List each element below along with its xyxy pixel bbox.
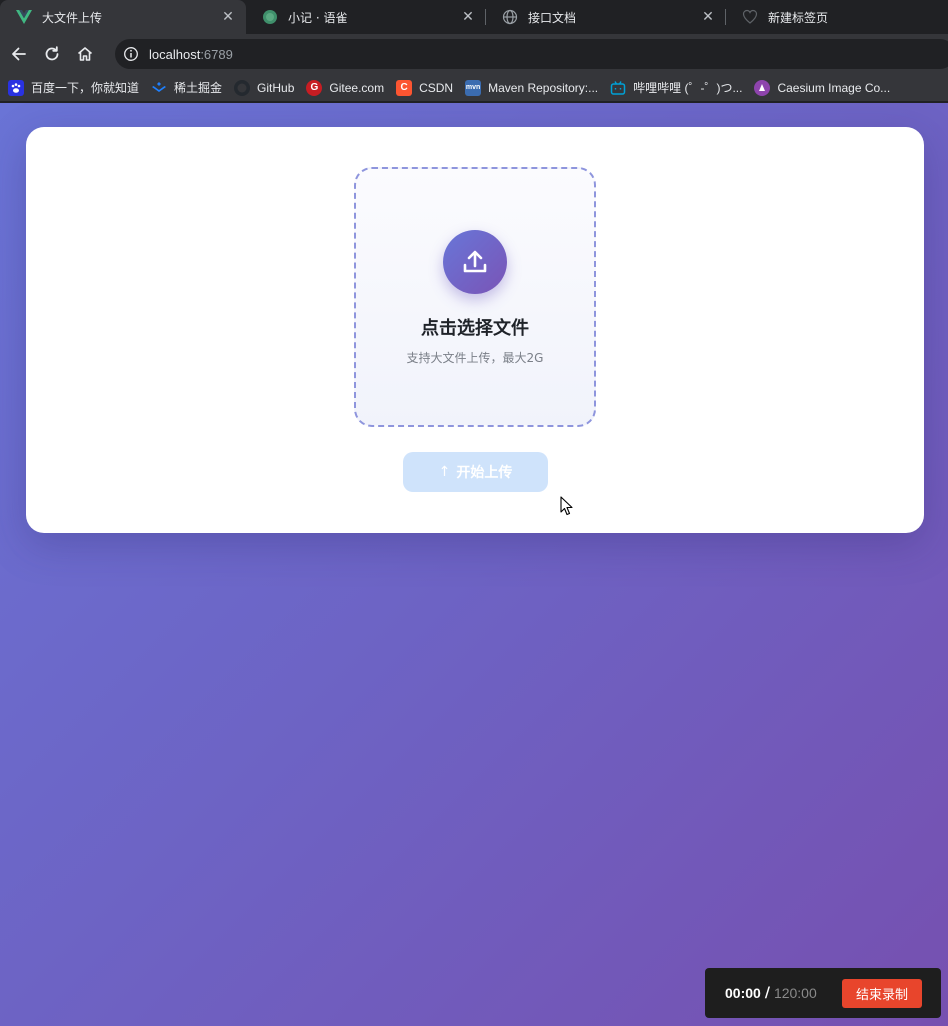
start-upload-label: 开始上传 [456, 465, 513, 481]
yuque-icon [262, 9, 278, 25]
url-text: localhost:6789 [149, 47, 233, 62]
page-viewport: 点击选择文件 支持大文件上传，最大2G ↑ 开始上传 00:00 / 120:0… [0, 103, 948, 1026]
bookmark-caesium[interactable]: Caesium Image Co... [754, 79, 891, 96]
bookmark-gitee[interactable]: G Gitee.com [306, 79, 385, 96]
bookmark-label: CSDN [419, 80, 454, 95]
baidu-icon [8, 79, 24, 96]
arrow-up-icon: ↑ [438, 464, 451, 480]
mouse-cursor-icon [560, 496, 574, 516]
maven-icon: mvn [465, 79, 482, 96]
file-dropzone[interactable]: 点击选择文件 支持大文件上传，最大2G [354, 167, 596, 427]
tab-strip: 大文件上传 ✕ 小记 · 语雀 ✕ 接口文档 ✕ 新建标签页 [0, 0, 948, 34]
tab-upload[interactable]: 大文件上传 ✕ [0, 0, 246, 34]
bookmark-maven[interactable]: mvn Maven Repository:... [465, 79, 599, 96]
screen-recorder-bar: 00:00 / 120:00 结束录制 [705, 968, 941, 1018]
bookmark-label: 稀土掘金 [174, 81, 223, 95]
github-icon [234, 79, 251, 96]
bookmark-baidu[interactable]: 百度一下，你就知道 [8, 79, 139, 96]
home-icon[interactable] [71, 40, 99, 68]
dropzone-hint: 支持大文件上传，最大2G [406, 351, 544, 365]
new-tab-icon [742, 9, 758, 25]
url-host: localhost [149, 46, 201, 62]
upload-card: 点击选择文件 支持大文件上传，最大2G ↑ 开始上传 [26, 127, 924, 533]
bookmark-label: Gitee.com [329, 80, 385, 95]
bilibili-icon [610, 80, 626, 96]
address-bar[interactable]: localhost:6789 [115, 39, 948, 69]
bookmark-juejin[interactable]: 稀土掘金 [151, 79, 222, 96]
caesium-icon [754, 79, 771, 96]
browser-toolbar: localhost:6789 [0, 34, 948, 74]
info-icon[interactable] [123, 46, 139, 62]
close-icon[interactable]: ✕ [700, 9, 716, 25]
recorder-elapsed: 00:00 [725, 985, 761, 1001]
back-icon[interactable] [5, 40, 33, 68]
bookmark-label: 哔哩哔哩 (゜-゜)つ... [633, 81, 743, 95]
stop-recording-button[interactable]: 结束录制 [842, 979, 922, 1008]
reload-icon[interactable] [38, 40, 66, 68]
bookmark-label: Caesium Image Co... [777, 80, 891, 95]
bookmark-label: Maven Repository:... [488, 80, 599, 95]
csdn-icon: C [396, 79, 413, 96]
close-icon[interactable]: ✕ [220, 9, 236, 25]
tab-title: 接口文档 [528, 10, 577, 25]
bookmark-label: 百度一下，你就知道 [31, 81, 140, 95]
tab-new-tab[interactable]: 新建标签页 [726, 0, 948, 34]
recorder-total: 120:00 [773, 985, 817, 1001]
bookmark-label: GitHub [257, 80, 295, 95]
bookmarks-bar: 百度一下，你就知道 稀土掘金 GitHub G Gitee.com C CSDN… [0, 74, 948, 102]
globe-icon [502, 9, 518, 25]
close-icon[interactable]: ✕ [460, 9, 476, 25]
dropzone-title: 点击选择文件 [421, 318, 529, 339]
tab-title: 大文件上传 [42, 10, 103, 25]
tab-title: 新建标签页 [768, 10, 829, 25]
recorder-separator: / [764, 985, 770, 1001]
gitee-icon: G [306, 79, 323, 96]
juejin-icon [151, 80, 167, 96]
start-upload-button[interactable]: ↑ 开始上传 [403, 452, 548, 492]
bookmark-bilibili[interactable]: 哔哩哔哩 (゜-゜)つ... [610, 79, 742, 96]
tab-api-docs[interactable]: 接口文档 ✕ [486, 0, 726, 34]
bookmark-csdn[interactable]: C CSDN [396, 79, 454, 96]
bookmark-github[interactable]: GitHub [234, 79, 295, 96]
url-port: :6789 [200, 46, 233, 62]
tab-yuque[interactable]: 小记 · 语雀 ✕ [246, 0, 486, 34]
upload-icon [443, 230, 507, 294]
tab-title: 小记 · 语雀 [288, 10, 348, 25]
vue-icon [16, 9, 32, 25]
